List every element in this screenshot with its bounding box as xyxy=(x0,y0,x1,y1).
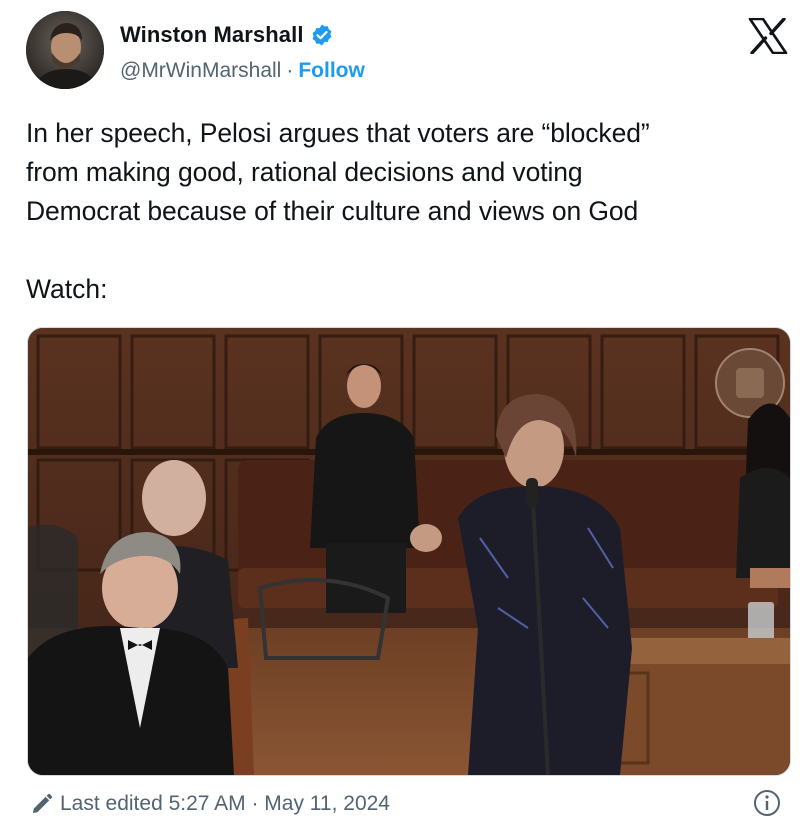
author-handle[interactable]: @MrWinMarshall xyxy=(120,59,281,83)
pencil-icon xyxy=(33,793,53,813)
author-handle-row: @MrWinMarshall · Follow xyxy=(120,56,365,86)
author-name-row: Winston Marshall xyxy=(120,18,334,52)
separator-dot: · xyxy=(286,59,294,82)
tweet-text-line: In her speech, Pelosi argues that voters… xyxy=(26,118,650,148)
edited-timestamp[interactable]: Last edited 5:27 AM · May 11, 2024 xyxy=(30,786,390,822)
tweet-card: Winston Marshall @MrWinMarshall · Follow… xyxy=(0,0,800,822)
watch-label: Watch: xyxy=(26,274,108,304)
video-scene xyxy=(28,328,790,775)
verified-badge-icon xyxy=(312,24,331,46)
tweet-text-line: Democrat because of their culture and vi… xyxy=(26,196,639,226)
author-name[interactable]: Winston Marshall xyxy=(120,22,304,48)
tweet-text-line: from making good, rational decisions and… xyxy=(26,157,583,187)
video-thumbnail[interactable] xyxy=(27,327,791,776)
follow-button[interactable]: Follow xyxy=(298,59,365,83)
tweet-text: In her speech, Pelosi argues that voters… xyxy=(26,114,786,231)
info-icon[interactable] xyxy=(752,788,782,818)
avatar[interactable] xyxy=(26,11,104,89)
edited-label: Last edited 5:27 AM · May 11, 2024 xyxy=(60,792,390,815)
x-logo-icon[interactable] xyxy=(748,18,788,54)
